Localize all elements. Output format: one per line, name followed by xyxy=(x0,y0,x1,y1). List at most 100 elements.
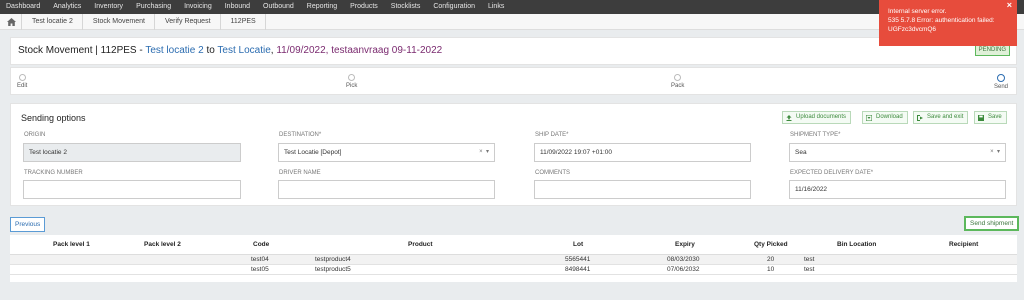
toast-line-3: UGFzc3dvcmQ6 xyxy=(888,26,937,33)
col-pack-level-2: Pack level 2 xyxy=(144,241,181,248)
nav-invoicing[interactable]: Invoicing xyxy=(178,0,219,14)
save-and-exit-button[interactable]: Save and exit xyxy=(913,111,969,124)
save-button[interactable]: Save xyxy=(974,111,1007,124)
send-shipment-button[interactable]: Send shipment xyxy=(964,216,1020,231)
step-dot xyxy=(18,74,26,81)
cell-code: test04 xyxy=(251,256,269,263)
step-pick[interactable]: Pick xyxy=(346,74,357,89)
clear-caret-icon[interactable]: × ▾ xyxy=(990,144,1000,161)
breadcrumb-current: 112PES xyxy=(221,13,266,30)
wizard-steps: Edit Pick Pack Send xyxy=(10,67,1017,95)
step-edit[interactable]: Edit xyxy=(17,74,27,89)
step-dot xyxy=(348,74,356,81)
step-dot xyxy=(674,74,682,81)
step-dot-active xyxy=(997,74,1005,82)
col-bin-location: Bin Location xyxy=(837,241,877,248)
expected-delivery-field[interactable]: 11/16/2022 xyxy=(789,180,1006,199)
col-recipient: Recipient xyxy=(949,241,979,248)
tracking-number-field[interactable] xyxy=(23,180,241,199)
ship-date-label: SHIP DATE* xyxy=(535,132,569,138)
shipment-type-label: SHIPMENT TYPE* xyxy=(790,132,841,138)
exit-icon xyxy=(917,114,923,121)
download-icon xyxy=(865,114,873,121)
nav-reporting[interactable]: Reporting xyxy=(301,0,344,14)
title-origin: Test locatie 2 xyxy=(145,45,204,56)
col-lot: Lot xyxy=(573,241,584,248)
items-table: Pack level 1 Pack level 2 Code Product L… xyxy=(10,235,1017,282)
shipment-type-value: Sea xyxy=(795,149,807,156)
nav-purchasing[interactable]: Purchasing xyxy=(130,0,178,14)
save-icon xyxy=(978,114,984,121)
nav-dashboard[interactable]: Dashboard xyxy=(0,0,47,14)
page-header: Stock Movement | 112PES - Test locatie 2… xyxy=(10,37,1017,65)
step-label: Send xyxy=(994,84,1009,90)
nav-analytics[interactable]: Analytics xyxy=(47,0,88,14)
breadcrumb-home[interactable] xyxy=(0,13,22,30)
cell-product: testproduct5 xyxy=(315,266,351,273)
save-exit-label: Save and exit xyxy=(927,114,964,120)
upload-icon xyxy=(786,114,792,121)
previous-button[interactable]: Previous xyxy=(10,217,46,232)
panel-title: Sending options xyxy=(21,113,86,123)
cell-code: test05 xyxy=(251,266,269,273)
cell-product: testproduct4 xyxy=(315,256,351,263)
breadcrumb-stock-movement[interactable]: Stock Movement xyxy=(83,13,155,30)
origin-label: ORIGIN xyxy=(24,132,46,138)
sending-options-panel: Sending options Upload documents Downloa… xyxy=(10,103,1017,206)
cell-qty: 20 xyxy=(767,256,775,263)
table-row: test04 testproduct4 5565441 08/03/2030 2… xyxy=(10,255,1017,265)
page-title: Stock Movement | 112PES - Test locatie 2… xyxy=(18,45,442,56)
cell-expiry: 08/03/2030 xyxy=(667,256,700,263)
title-destination: Test Locatie xyxy=(217,45,271,56)
step-label: Pack xyxy=(671,83,685,89)
title-separator: - xyxy=(136,45,146,56)
driver-name-field[interactable] xyxy=(278,180,495,199)
shipment-type-select[interactable]: Sea × ▾ xyxy=(789,143,1006,162)
toast-line-2: 535 5.7.8 Error: authentication failed: xyxy=(888,17,995,24)
cell-lot: 5565441 xyxy=(565,256,591,263)
step-send[interactable]: Send xyxy=(994,74,1008,90)
nav-products[interactable]: Products xyxy=(344,0,385,14)
title-date: 11/09/2022 xyxy=(276,45,326,56)
step-label: Pick xyxy=(346,83,358,89)
download-label: Download xyxy=(876,114,903,120)
top-navigation: Dashboard Analytics Inventory Purchasing… xyxy=(0,0,1024,14)
nav-inbound[interactable]: Inbound xyxy=(219,0,257,14)
destination-value: Test Locatie [Depot] xyxy=(284,149,342,156)
breadcrumb-verify-request[interactable]: Verify Request xyxy=(155,13,221,30)
close-icon[interactable]: × xyxy=(1007,1,1012,10)
title-description: , testaanvraag 09-11-2022 xyxy=(325,45,443,56)
origin-field: Test locatie 2 xyxy=(23,143,241,162)
cell-expiry: 07/06/2032 xyxy=(667,266,700,273)
clear-caret-icon[interactable]: × ▾ xyxy=(479,144,489,161)
col-product: Product xyxy=(408,241,433,248)
toast-line-1: Internal server error. xyxy=(888,8,947,15)
save-label: Save xyxy=(988,114,1002,120)
nav-outbound[interactable]: Outbound xyxy=(257,0,301,14)
cell-qty: 10 xyxy=(767,266,775,273)
nav-stocklists[interactable]: Stocklists xyxy=(385,0,428,14)
col-qty-picked: Qty Picked xyxy=(754,241,788,248)
title-prefix: Stock Movement | 112PES xyxy=(18,45,137,56)
comments-field[interactable] xyxy=(534,180,751,199)
download-button[interactable]: Download xyxy=(862,111,908,124)
upload-documents-button[interactable]: Upload documents xyxy=(782,111,852,124)
step-pack[interactable]: Pack xyxy=(671,74,684,89)
cell-lot: 8498441 xyxy=(565,266,591,273)
cell-bin: test xyxy=(804,266,815,273)
ship-date-field[interactable]: 11/09/2022 19:07 +01:00 xyxy=(534,143,751,162)
breadcrumb-location[interactable]: Test locatie 2 xyxy=(22,13,83,30)
nav-links[interactable]: Links xyxy=(482,0,511,14)
step-label: Edit xyxy=(17,83,28,89)
driver-name-label: DRIVER NAME xyxy=(279,170,321,176)
nav-inventory[interactable]: Inventory xyxy=(88,0,130,14)
col-pack-level-1: Pack level 1 xyxy=(53,241,90,248)
table-header: Pack level 1 Pack level 2 Code Product L… xyxy=(10,235,1017,255)
table-row: test05 testproduct5 8498441 07/06/2032 1… xyxy=(10,265,1017,275)
error-toast[interactable]: × Internal server error. 535 5.7.8 Error… xyxy=(879,0,1017,46)
destination-select[interactable]: Test Locatie [Depot] × ▾ xyxy=(278,143,495,162)
cell-bin: test xyxy=(804,256,815,263)
home-icon xyxy=(7,17,16,26)
tracking-number-label: TRACKING NUMBER xyxy=(24,170,83,176)
nav-configuration[interactable]: Configuration xyxy=(427,0,482,14)
